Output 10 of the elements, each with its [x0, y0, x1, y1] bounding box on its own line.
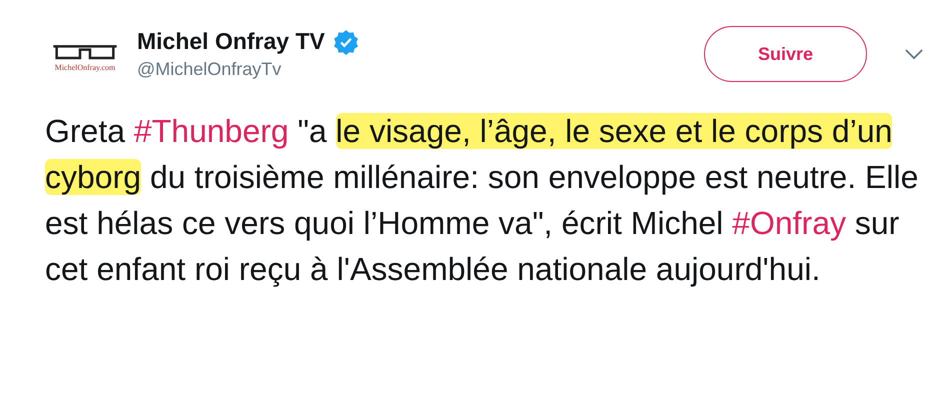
glasses-icon [51, 42, 119, 62]
tweet-text: Greta #Thunberg "a le visage, l’âge, le sexe et le corps d’un cyborg du troisième millénaire: son enveloppe est neutre. Elle est hélas ce vers quoi l’Homme va", écrit Michel #Onfray sur cet enfant roi reçu à l'Assemblée nationale aujourd'hui. [45, 112, 920, 289]
hashtag-link[interactable]: #Thunberg [134, 113, 289, 149]
hashtag-link[interactable]: #Onfray [732, 205, 846, 241]
author-handle[interactable]: @MichelOnfrayTv [137, 59, 359, 80]
author-name[interactable]: Michel Onfray TV [137, 28, 325, 55]
avatar-logo[interactable]: MichelOnfray.com [45, 42, 125, 72]
avatar-caption: MichelOnfray.com [54, 62, 116, 72]
follow-button[interactable]: Suivre [704, 26, 867, 82]
chevron-down-icon[interactable] [905, 48, 923, 60]
